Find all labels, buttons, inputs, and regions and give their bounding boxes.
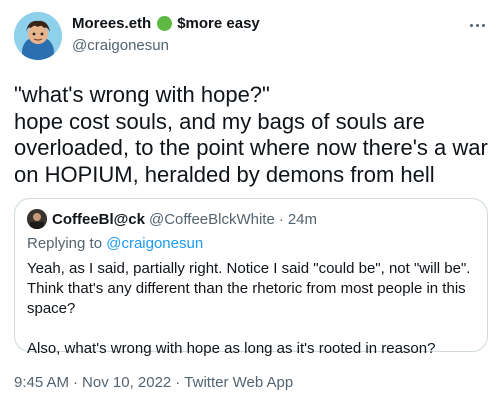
quoted-tweet-text: Yeah, as I said, partially right. Notice… [27,259,477,359]
name-row: Morees.eth $more easy [72,13,460,33]
tweet: Morees.eth $more easy @craigonesun "what… [0,0,500,406]
quoted-author-avatar[interactable] [27,209,47,229]
author-block: Morees.eth $more easy @craigonesun [72,13,460,55]
more-options-icon[interactable] [466,20,488,30]
tweet-source[interactable]: Twitter Web App [184,374,293,391]
author-avatar[interactable] [14,12,62,60]
tweet-text-line: "what's wrong with hope?" [14,82,270,107]
replying-to-label: Replying to [27,235,103,252]
more-dot [475,23,479,27]
tweet-text-line: overloaded, to the point where now there… [14,135,488,160]
tweet-date[interactable]: Nov 10, 2022 [82,374,171,391]
quoted-tweet[interactable]: CoffeeBl@ck @CoffeeBlckWhite · 24m Reply… [14,198,488,357]
quoted-avatar-icon [27,209,47,229]
quoted-author-handle[interactable]: @CoffeeBlckWhite [149,211,275,228]
quoted-text-line: Also, what's wrong with hope as long as … [27,340,436,357]
tweet-text-line: hope cost souls, and my bags of souls ar… [14,108,425,134]
separator-dot: · [73,374,79,391]
separator-dot: · [278,210,284,228]
replying-to: Replying to @craigonesun [27,235,203,252]
green-circle-icon [157,15,173,31]
quoted-author-name[interactable]: CoffeeBl@ck [52,211,145,228]
quoted-text-line: Yeah, as I said, partially right. Notice… [27,260,471,277]
author-name-suffix[interactable]: $more easy [177,15,260,32]
tweet-text: "what's wrong with hope?" hope cost soul… [14,82,490,188]
more-dot [481,23,485,27]
quoted-text-line: space? [27,300,76,317]
quoted-timestamp[interactable]: 24m [288,211,317,228]
quoted-text-line: Think that's any different than the rhet… [27,280,466,297]
tweet-time[interactable]: 9:45 AM [14,374,69,391]
author-handle[interactable]: @craigonesun [72,37,460,54]
quoted-tweet-header: CoffeeBl@ck @CoffeeBlckWhite · 24m [27,209,317,229]
author-display-name[interactable]: Morees.eth [72,15,151,32]
more-dot [469,23,473,27]
avatar-illustration-icon [14,12,62,60]
tweet-meta: 9:45 AM · Nov 10, 2022 · Twitter Web App [14,374,293,391]
separator-dot: · [175,374,181,391]
tweet-text-line: on HOPIUM, heralded by demons from hell [14,161,435,187]
replying-to-handle-link[interactable]: @craigonesun [106,235,203,252]
